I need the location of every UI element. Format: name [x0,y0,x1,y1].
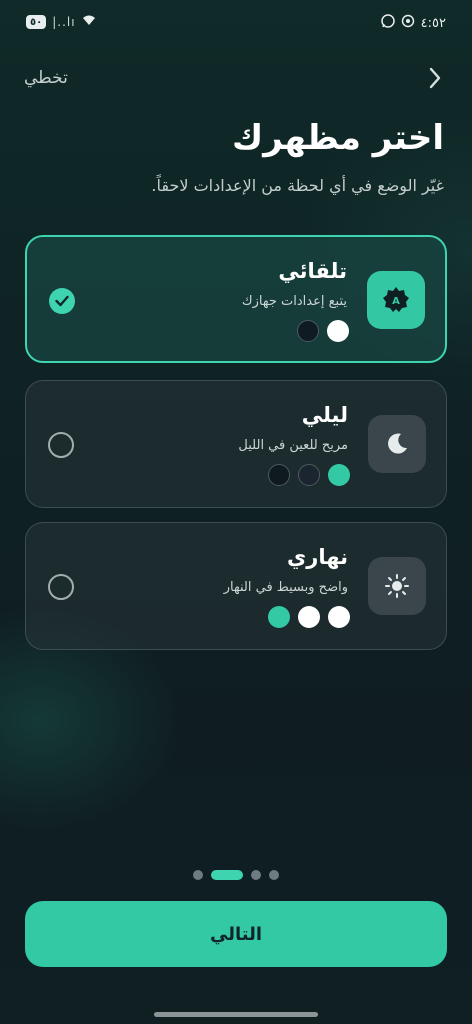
signal-icon: |..lı [52,15,76,29]
theme-icon-box [368,415,426,473]
option-name: نهاري [287,545,348,569]
radio-checked[interactable] [49,288,75,314]
page-title: اختر مظهرك [232,118,444,158]
home-indicator[interactable] [154,1012,318,1017]
swatch-white [328,606,350,628]
color-swatches [268,606,350,628]
swatch-accent [328,464,350,486]
theme-icon-box: A [367,271,425,329]
page-dot [269,870,279,880]
page-subtitle: غيّر الوضع في أي لحظة من الإعدادات لاحقا… [151,176,444,195]
moon-icon [388,433,407,454]
theme-option-auto[interactable]: A تلقائي يتبع إعدادات جهازك [25,235,447,363]
option-name: ليلي [301,403,348,427]
next-button[interactable]: التالي [25,901,447,967]
option-description: يتبع إعدادات جهازك [241,294,347,309]
page-indicator [0,870,472,880]
wifi-icon [82,14,96,30]
skip-button[interactable]: تخطي [24,68,68,88]
swatch-darker [268,464,290,486]
radio-unchecked[interactable] [48,432,74,458]
option-name: تلقائي [278,259,347,283]
back-chevron-icon[interactable] [420,64,448,92]
option-description: واضح وبسيط في النهار [223,580,348,595]
theme-icon-box [368,557,426,615]
swatch-dark [298,464,320,486]
focus-icon [401,14,415,32]
theme-option-night[interactable]: ليلي مريح للعين في الليل [25,380,447,508]
top-bar: تخطي [24,60,448,96]
color-swatches [268,464,350,486]
theme-option-day[interactable]: نهاري واضح وبسيط في النهار [25,522,447,650]
auto-theme-icon: A [383,287,409,312]
status-left: ٥٠ |..lı [26,14,96,30]
status-right: ٤:٥٢ [380,14,446,32]
color-swatches [297,320,349,342]
option-description: مريح للعين في الليل [238,438,348,453]
check-icon [55,295,69,307]
page-dot [251,870,261,880]
battery-indicator: ٥٠ [26,15,47,29]
whatsapp-icon [380,14,395,32]
page-dot-active [211,870,243,880]
radio-unchecked[interactable] [48,574,74,600]
page-dot [193,870,203,880]
swatch-dark [297,320,319,342]
svg-text:A: A [392,296,400,307]
sun-icon [385,574,409,598]
swatch-accent [268,606,290,628]
status-bar: ٥٠ |..lı ٤:٥٢ [0,0,472,46]
status-time: ٤:٥٢ [420,15,446,31]
swatch-white [298,606,320,628]
swatch-white [327,320,349,342]
